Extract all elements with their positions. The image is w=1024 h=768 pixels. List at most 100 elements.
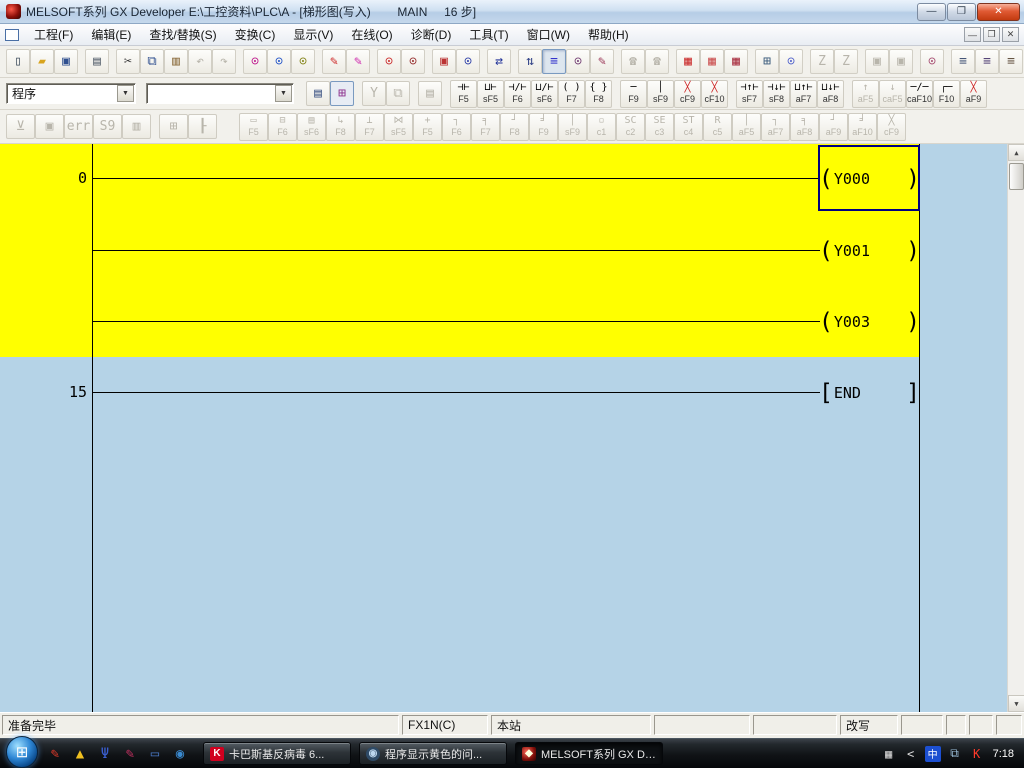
ql-display-icon[interactable]: ▭ [146, 745, 164, 763]
open-project-button[interactable]: ▰ [30, 49, 54, 74]
device-test-button[interactable]: ✎ [322, 49, 346, 74]
monitor-stop-button[interactable]: ▦ [700, 49, 724, 74]
delete-horizontal-line-button[interactable]: ╳cF9 [674, 80, 701, 108]
coil-button[interactable]: ( )F7 [558, 80, 585, 108]
parameter-button-3[interactable]: ≡ [999, 49, 1023, 74]
child-minimize-button[interactable]: — [964, 27, 981, 42]
minimize-button[interactable]: — [917, 3, 946, 21]
parameter-button-2[interactable]: ≡ [975, 49, 999, 74]
menu-view[interactable]: 显示(V) [284, 24, 342, 45]
project-data-list-icon[interactable]: ⊞ [330, 81, 354, 106]
child-window-controls: —❐✕ [964, 27, 1019, 42]
child-restore-button[interactable]: ❐ [983, 27, 1000, 42]
task-browser[interactable]: ◉程序显示黄色的问... [359, 742, 507, 765]
combo-arrow-icon[interactable]: ▼ [117, 85, 134, 102]
child-window-icon[interactable] [5, 29, 19, 41]
comment-search-button[interactable]: ⊙ [456, 49, 480, 74]
device-batch-monitor-button[interactable]: ⊙ [377, 49, 401, 74]
right-bus-line [919, 144, 920, 712]
cross-reference-button[interactable]: ⊞ [755, 49, 779, 74]
horizontal-line-button[interactable]: ─F9 [620, 80, 647, 108]
ql-media-icon[interactable]: ◉ [171, 745, 189, 763]
monitor-write-button[interactable]: ▦ [724, 49, 748, 74]
screen-create-icon[interactable]: ▤ [306, 81, 330, 106]
clock-setting-button[interactable]: ⊙ [779, 49, 803, 74]
open-contact-button[interactable]: ⊣⊢F5 [450, 80, 477, 108]
scroll-up-button[interactable]: ▲ [1008, 144, 1024, 161]
menu-find-replace[interactable]: 查找/替换(S) [140, 24, 225, 45]
title-bar[interactable]: MELSOFT系列 GX Developer E:\工控资料\PLC\A - [… [0, 0, 1024, 24]
child-close-button[interactable]: ✕ [1002, 27, 1019, 42]
project-data-list-button[interactable]: ≡ [542, 49, 566, 74]
task-kaspersky[interactable]: K卡巴斯基反病毒 6... [203, 742, 351, 765]
parameter-button-1[interactable]: ≡ [951, 49, 975, 74]
keyboard-tray-icon[interactable]: ▦ [881, 746, 897, 762]
delete-vertical-line-button[interactable]: ╳cF10 [701, 80, 728, 108]
convert-error-icon: err [64, 114, 93, 139]
menu-project[interactable]: 工程(F) [25, 24, 82, 45]
maximize-button[interactable]: ❐ [947, 3, 976, 21]
menu-help[interactable]: 帮助(H) [579, 24, 638, 45]
scroll-down-button[interactable]: ▼ [1008, 695, 1024, 712]
device-registration-button[interactable]: ✎ [346, 49, 370, 74]
find-device-button[interactable]: ⊙ [267, 49, 291, 74]
instruction-END[interactable]: [ END ] [819, 375, 920, 411]
ql-red-chart-icon[interactable]: ✎ [121, 745, 139, 763]
comment-display-button[interactable]: ⊙ [566, 49, 590, 74]
menu-online[interactable]: 在线(O) [342, 24, 401, 45]
network-tray-icon[interactable]: ⧉ [947, 746, 963, 762]
application-instruction-button[interactable]: { }F8 [585, 80, 612, 108]
rung-line-2 [93, 250, 820, 251]
input-method-tray-icon[interactable]: 中 [925, 746, 941, 762]
menu-tools[interactable]: 工具(T) [460, 24, 517, 45]
vertical-scrollbar[interactable]: ▲ ▼ [1007, 144, 1024, 712]
close-button[interactable]: ✕ [977, 3, 1020, 21]
ladder-list-toggle-button[interactable]: ⇅ [518, 49, 542, 74]
parallel-rising-pulse-button[interactable]: ⊔↑⊢aF7 [790, 80, 817, 108]
coil-Y001[interactable]: ( Y001 ) [819, 233, 920, 269]
tray-collapse-arrow-icon[interactable]: < [903, 746, 919, 762]
print-button[interactable]: ▤ [85, 49, 109, 74]
parallel-open-contact-button[interactable]: ⊔⊢sF5 [477, 80, 504, 108]
invert-operation-button[interactable]: ─∕─caF10 [906, 80, 933, 108]
menu-diagnostics[interactable]: 诊断(D) [402, 24, 461, 45]
task-gx-developer[interactable]: ◆MELSOFT系列 GX De... [515, 742, 663, 765]
start-button[interactable]: ⊞ [6, 736, 38, 768]
copy-button[interactable]: ⧉ [140, 49, 164, 74]
comment-quick-button[interactable]: ⊙ [920, 49, 944, 74]
ql-warning-icon[interactable]: ▲ [71, 745, 89, 763]
draw-line-button[interactable]: ┌─F10 [933, 80, 960, 108]
taskbar: ⊞ ✎ ▲ Ψ ✎ ▭ ◉ K卡巴斯基反病毒 6... ◉程序显示黄色的问... ◆MELSO… [0, 738, 1024, 768]
rising-pulse-button[interactable]: ⊣↑⊢sF7 [736, 80, 763, 108]
save-project-button[interactable]: ▣ [54, 49, 78, 74]
antivirus-tray-icon[interactable]: K [969, 746, 985, 762]
paste-button[interactable]: ▥ [164, 49, 188, 74]
menu-edit[interactable]: 编辑(E) [82, 24, 140, 45]
cut-button[interactable]: ✂ [116, 49, 140, 74]
menu-convert[interactable]: 变换(C) [226, 24, 285, 45]
program-type-combo[interactable]: 程序 ▼ [6, 83, 136, 104]
scroll-thumb[interactable] [1009, 163, 1024, 190]
combo-arrow-icon[interactable]: ▼ [275, 85, 292, 102]
parallel-falling-pulse-button[interactable]: ⊔↓⊢aF8 [817, 80, 844, 108]
vertical-line-button[interactable]: │sF9 [647, 80, 674, 108]
closed-contact-button[interactable]: ⊣/⊢F6 [504, 80, 531, 108]
delete-line-button[interactable]: ╳aF9 [960, 80, 987, 108]
transfer-setup-button[interactable]: ⇄ [487, 49, 511, 74]
window-display-button[interactable]: ▣ [432, 49, 456, 74]
ql-trident-icon[interactable]: Ψ [96, 745, 114, 763]
new-project-button[interactable]: ▯ [6, 49, 30, 74]
coil-Y003[interactable]: ( Y003 ) [819, 304, 920, 340]
remote-stop-button: ☎ [645, 49, 669, 74]
monitor-start-button[interactable]: ▦ [676, 49, 700, 74]
menu-window[interactable]: 窗口(W) [518, 24, 579, 45]
device-entry-combo[interactable]: ▼ [146, 83, 294, 104]
find-string-button[interactable]: ⊙ [291, 49, 315, 74]
parallel-closed-contact-button[interactable]: ⊔/⊢sF6 [531, 80, 558, 108]
entry-data-monitor-button[interactable]: ⊙ [401, 49, 425, 74]
find-contact-coil-button[interactable]: ⊙ [243, 49, 267, 74]
ladder-editor[interactable]: 0 15 ( Y000 ) ( Y001 ) ( Y003 ) [ END ] [0, 144, 1024, 712]
ql-red-tool-icon[interactable]: ✎ [46, 745, 64, 763]
statement-display-button[interactable]: ✎ [590, 49, 614, 74]
falling-pulse-button[interactable]: ⊣↓⊢sF8 [763, 80, 790, 108]
